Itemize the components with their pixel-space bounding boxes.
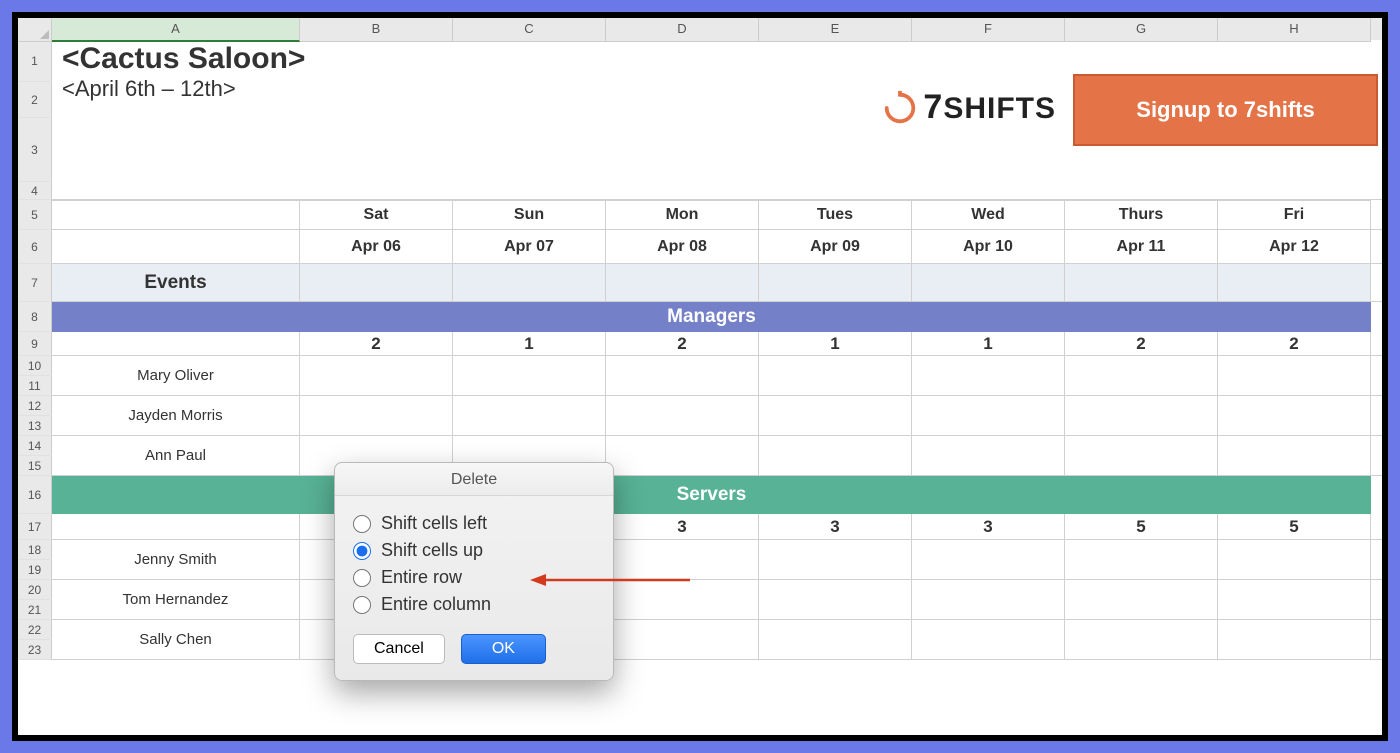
employee-row: Jayden Morris [52, 396, 1382, 436]
day-label: Mon [606, 200, 759, 229]
managers-count-row: 2 1 2 1 1 2 2 [52, 332, 1382, 356]
row-header[interactable]: 22 [18, 620, 52, 640]
row-header[interactable]: 18 [18, 540, 52, 560]
column-header[interactable]: H [1218, 18, 1371, 42]
date-label: Apr 07 [453, 230, 606, 263]
row-header[interactable]: 7 [18, 264, 52, 302]
row-header[interactable]: 14 [18, 436, 52, 456]
date-header-row: Apr 06 Apr 07 Apr 08 Apr 09 Apr 10 Apr 1… [52, 230, 1382, 264]
row-header[interactable]: 8 [18, 302, 52, 332]
date-label: Apr 10 [912, 230, 1065, 263]
radio-input[interactable] [353, 542, 371, 560]
row-header[interactable]: 12 [18, 396, 52, 416]
row-header[interactable]: 21 [18, 600, 52, 620]
employee-name[interactable]: Mary Oliver [52, 356, 300, 395]
employee-row: Sally Chen [52, 620, 1382, 660]
row-header[interactable]: 20 [18, 580, 52, 600]
date-label: Apr 11 [1065, 230, 1218, 263]
row-header[interactable]: 1 [18, 40, 52, 82]
row-header[interactable]: 23 [18, 640, 52, 660]
row-header[interactable]: 13 [18, 416, 52, 436]
employee-row: Ann Paul [52, 436, 1382, 476]
day-label: Fri [1218, 200, 1371, 229]
employee-row: Jenny Smith [52, 540, 1382, 580]
events-row: Events [52, 264, 1382, 302]
dialog-title: Delete [335, 463, 613, 496]
employee-name[interactable]: Jenny Smith [52, 540, 300, 579]
column-header[interactable]: E [759, 18, 912, 42]
signup-button[interactable]: Signup to 7shifts [1073, 74, 1378, 146]
date-label: Apr 08 [606, 230, 759, 263]
employee-row: Mary Oliver [52, 356, 1382, 396]
radio-entire-row[interactable]: Entire row [353, 564, 595, 591]
column-header[interactable]: C [453, 18, 606, 42]
date-label: Apr 09 [759, 230, 912, 263]
radio-entire-column[interactable]: Entire column [353, 591, 595, 618]
header-area: <Cactus Saloon> <April 6th – 12th> 7SHIF… [52, 40, 1382, 200]
radio-shift-cells-up[interactable]: Shift cells up [353, 537, 595, 564]
employee-name[interactable]: Jayden Morris [52, 396, 300, 435]
sheet-subtitle: <April 6th – 12th> [58, 76, 305, 102]
date-label: Apr 12 [1218, 230, 1371, 263]
row-header[interactable]: 2 [18, 82, 52, 118]
row-header-column: 1 2 3 4 5 6 7 8 9 10 11 12 13 14 15 16 1… [18, 40, 52, 735]
row-header[interactable]: 11 [18, 376, 52, 396]
day-label: Wed [912, 200, 1065, 229]
select-all-corner[interactable] [18, 18, 52, 42]
day-label: Sun [453, 200, 606, 229]
radio-input[interactable] [353, 515, 371, 533]
column-header[interactable]: A [52, 18, 300, 42]
employee-name[interactable]: Sally Chen [52, 620, 300, 659]
radio-shift-cells-left[interactable]: Shift cells left [353, 510, 595, 537]
column-header[interactable]: F [912, 18, 1065, 42]
day-header-row: Sat Sun Mon Tues Wed Thurs Fri [52, 200, 1382, 230]
employee-row: Tom Hernandez [52, 580, 1382, 620]
day-label: Tues [759, 200, 912, 229]
employee-name[interactable]: Ann Paul [52, 436, 300, 475]
row-header[interactable]: 3 [18, 118, 52, 182]
brand-logo: 7SHIFTS [881, 88, 1056, 127]
managers-section-header: Managers [52, 302, 1382, 332]
date-label: Apr 06 [300, 230, 453, 263]
events-label: Events [52, 264, 300, 301]
cancel-button[interactable]: Cancel [353, 634, 445, 664]
row-header[interactable]: 19 [18, 560, 52, 580]
row-header[interactable]: 6 [18, 230, 52, 264]
row-header[interactable]: 15 [18, 456, 52, 476]
row-header[interactable]: 16 [18, 476, 52, 514]
employee-name[interactable]: Tom Hernandez [52, 580, 300, 619]
column-header[interactable]: D [606, 18, 759, 42]
servers-count-row: 3 3 3 5 5 [52, 514, 1382, 540]
row-header[interactable]: 9 [18, 332, 52, 356]
row-header[interactable]: 10 [18, 356, 52, 376]
ok-button[interactable]: OK [461, 634, 546, 664]
servers-section-header: Servers [52, 476, 1382, 514]
row-header[interactable]: 4 [18, 182, 52, 200]
row-header[interactable]: 5 [18, 200, 52, 230]
column-header[interactable]: B [300, 18, 453, 42]
sheet-title: <Cactus Saloon> [58, 42, 305, 76]
day-label: Thurs [1065, 200, 1218, 229]
column-header-row: A B C D E F G H [18, 18, 1382, 40]
delete-dialog: Delete Shift cells left Shift cells up E… [334, 462, 614, 681]
clock-icon [881, 89, 919, 127]
day-label: Sat [300, 200, 453, 229]
column-header[interactable]: G [1065, 18, 1218, 42]
radio-input[interactable] [353, 596, 371, 614]
radio-input[interactable] [353, 569, 371, 587]
row-header[interactable]: 17 [18, 514, 52, 540]
